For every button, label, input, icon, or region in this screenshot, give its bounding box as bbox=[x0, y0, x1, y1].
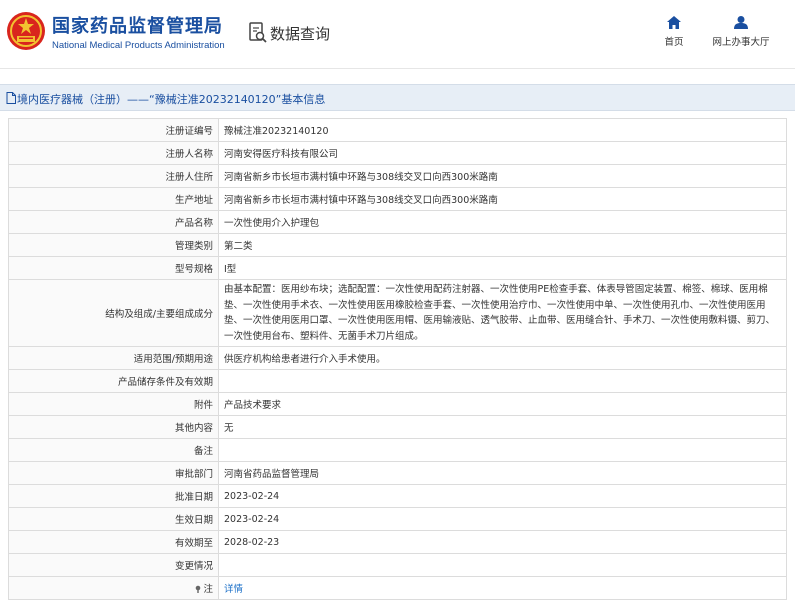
field-value: 2023-02-24 bbox=[218, 484, 787, 508]
table-row: 型号规格 I型 bbox=[8, 256, 787, 280]
field-label: 型号规格 bbox=[8, 256, 219, 280]
field-value: I型 bbox=[218, 256, 787, 280]
field-label: 注 bbox=[203, 584, 213, 595]
table-row: 批准日期 2023-02-24 bbox=[8, 484, 787, 508]
field-value: 一次性使用介入护理包 bbox=[218, 210, 787, 234]
site-header: 国家药品监督管理局 National Medical Products Admi… bbox=[0, 0, 795, 68]
field-label: 审批部门 bbox=[8, 461, 219, 485]
field-label: 批准日期 bbox=[8, 484, 219, 508]
site-subtitle: National Medical Products Administration bbox=[52, 40, 225, 51]
registration-detail-table: 注册证编号 豫械注准20232140120 注册人名称 河南安得医疗科技有限公司 注… bbox=[8, 118, 787, 600]
table-row: 结构及组成/主要组成成分 由基本配置：医用纱布块；选配配置：一次性使用配药注射器、… bbox=[8, 279, 787, 347]
table-row: 变更情况 bbox=[8, 553, 787, 577]
header-divider bbox=[0, 68, 795, 69]
field-label: 有效期至 bbox=[8, 530, 219, 554]
field-label: 结构及组成/主要组成成分 bbox=[8, 279, 219, 347]
field-label: 附件 bbox=[8, 392, 219, 416]
table-row: 生效日期 2023-02-24 bbox=[8, 507, 787, 531]
field-label: 产品名称 bbox=[8, 210, 219, 234]
field-value: 河南省新乡市长垣市满村镇中环路与308线交叉口向西300米路南 bbox=[218, 164, 787, 188]
field-value bbox=[218, 369, 787, 393]
nav-home[interactable]: 首页 bbox=[656, 16, 692, 48]
field-label: 管理类别 bbox=[8, 233, 219, 257]
field-label-note: 注 bbox=[8, 576, 219, 600]
field-value: 产品技术要求 bbox=[218, 392, 787, 416]
document-icon bbox=[6, 92, 16, 104]
field-value: 第二类 bbox=[218, 233, 787, 257]
table-row: 其他内容无 bbox=[8, 415, 787, 439]
nav-online-service-label: 网上办事大厅 bbox=[712, 37, 770, 48]
table-row: 生产地址 河南省新乡市长垣市满村镇中环路与308线交叉口向西300米路南 bbox=[8, 187, 787, 211]
field-value: 无 bbox=[218, 415, 787, 439]
nav-online-service[interactable]: 网上办事大厅 bbox=[708, 16, 774, 48]
home-icon bbox=[667, 16, 681, 29]
table-row: 注册证编号 豫械注准20232140120 bbox=[8, 118, 787, 142]
national-emblem-icon bbox=[7, 12, 45, 50]
field-label: 生产地址 bbox=[8, 187, 219, 211]
field-label: 产品储存条件及有效期 bbox=[8, 369, 219, 393]
table-row: 产品名称 一次性使用介入护理包 bbox=[8, 210, 787, 234]
field-value: 河南安得医疗科技有限公司 bbox=[218, 141, 787, 165]
table-row: 管理类别 第二类 bbox=[8, 233, 787, 257]
site-title: 国家药品监督管理局 bbox=[52, 16, 223, 37]
table-row: 审批部门 河南省药品监督管理局 bbox=[8, 461, 787, 485]
data-query-icon bbox=[249, 22, 267, 43]
table-row: 产品储存条件及有效期 bbox=[8, 369, 787, 393]
field-label: 备注 bbox=[8, 438, 219, 462]
table-row: 有效期至 2028-02-23 bbox=[8, 530, 787, 554]
nav-home-label: 首页 bbox=[664, 37, 684, 48]
field-value: 河南省药品监督管理局 bbox=[218, 461, 787, 485]
note-icon bbox=[196, 585, 201, 593]
field-value: 2023-02-24 bbox=[218, 507, 787, 531]
field-value: 豫械注准20232140120 bbox=[218, 118, 787, 142]
record-title: 境内医疗器械（注册）——“豫械注准20232140120”基本信息 bbox=[17, 93, 326, 106]
table-row: 注册人名称 河南安得医疗科技有限公司 bbox=[8, 141, 787, 165]
field-value: 2028-02-23 bbox=[218, 530, 787, 554]
table-row: 备注 bbox=[8, 438, 787, 462]
field-label: 注册证编号 bbox=[8, 118, 219, 142]
field-value: 详情 bbox=[218, 576, 787, 600]
table-row: 附件 产品技术要求 bbox=[8, 392, 787, 416]
field-label: 变更情况 bbox=[8, 553, 219, 577]
table-row: 注册人住所 河南省新乡市长垣市满村镇中环路与308线交叉口向西300米路南 bbox=[8, 164, 787, 188]
field-label: 其他内容 bbox=[8, 415, 219, 439]
details-link[interactable]: 详情 bbox=[224, 584, 243, 595]
field-label: 注册人名称 bbox=[8, 141, 219, 165]
table-row: 注 详情 bbox=[8, 576, 787, 600]
field-label: 注册人住所 bbox=[8, 164, 219, 188]
user-icon bbox=[734, 16, 748, 29]
field-value bbox=[218, 553, 787, 577]
field-value bbox=[218, 438, 787, 462]
field-value: 由基本配置：医用纱布块；选配配置：一次性使用配药注射器、一次性使用PE检查手套、… bbox=[218, 279, 787, 347]
record-title-bar: 境内医疗器械（注册）——“豫械注准20232140120”基本信息 bbox=[0, 84, 795, 111]
field-label: 适用范围/预期用途 bbox=[8, 346, 219, 370]
field-label: 生效日期 bbox=[8, 507, 219, 531]
table-row: 适用范围/预期用途 供医疗机构给患者进行介入手术使用。 bbox=[8, 346, 787, 370]
field-value: 供医疗机构给患者进行介入手术使用。 bbox=[218, 346, 787, 370]
field-value: 河南省新乡市长垣市满村镇中环路与308线交叉口向西300米路南 bbox=[218, 187, 787, 211]
data-query-label: 数据查询 bbox=[270, 25, 331, 43]
